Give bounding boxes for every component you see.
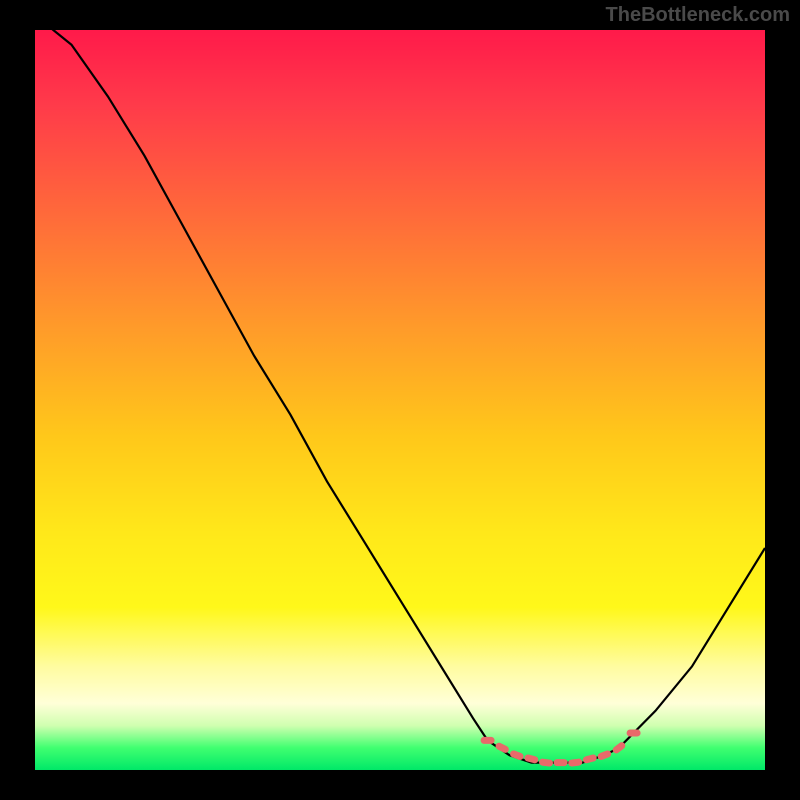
highlight-dash xyxy=(481,737,495,744)
highlight-dash xyxy=(539,758,554,767)
highlight-dash xyxy=(568,758,583,767)
highlight-dash xyxy=(554,759,568,766)
watermark-text: TheBottleneck.com xyxy=(606,4,790,27)
chart-svg xyxy=(35,30,765,770)
highlight-markers xyxy=(481,730,641,767)
highlight-dash xyxy=(494,742,510,755)
highlight-dash xyxy=(597,749,613,761)
highlight-dash xyxy=(524,754,539,764)
bottleneck-curve-path xyxy=(35,30,765,763)
plot-area xyxy=(35,30,765,770)
highlight-dash xyxy=(627,730,641,737)
highlight-dash xyxy=(582,754,597,764)
